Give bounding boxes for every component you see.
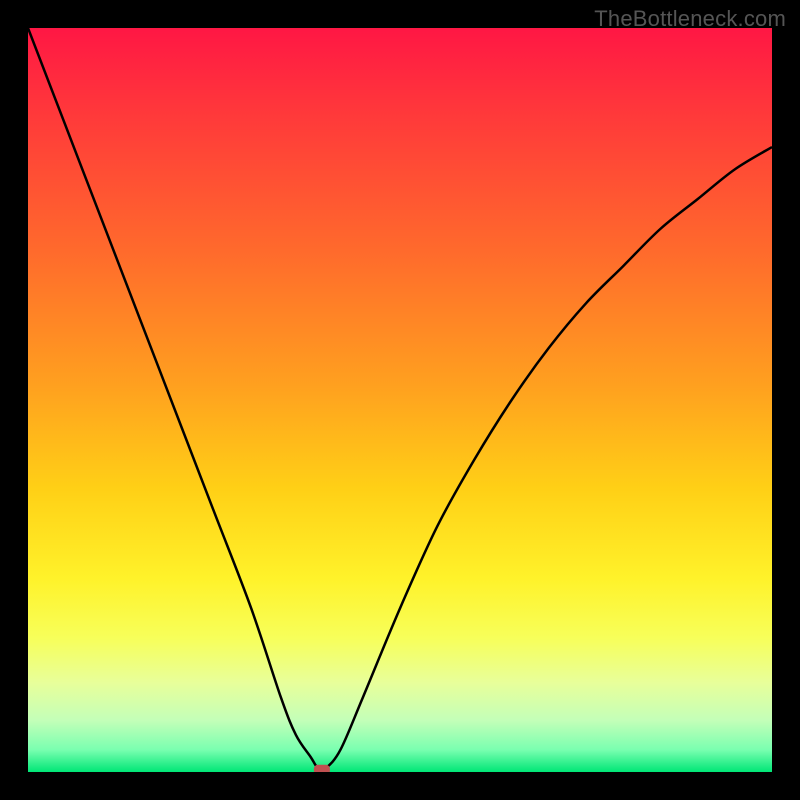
chart-plot-area — [28, 28, 772, 772]
gradient-background — [28, 28, 772, 772]
optimal-point-marker — [314, 765, 330, 772]
watermark-text: TheBottleneck.com — [594, 6, 786, 32]
chart-svg — [28, 28, 772, 772]
